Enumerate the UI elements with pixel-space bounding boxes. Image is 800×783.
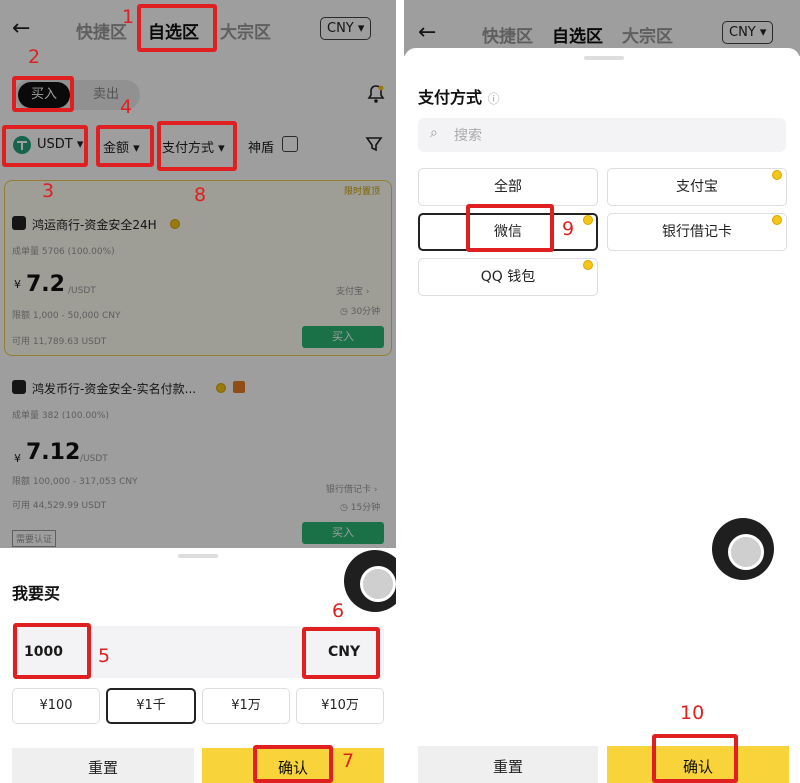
pay-method-alipay[interactable]: 支付宝 [607, 168, 787, 206]
amount-input[interactable]: 1000 [24, 644, 63, 660]
quick-amount-10k[interactable]: ¥1万 [202, 688, 290, 724]
pay-method-qq-wallet[interactable]: QQ 钱包 [418, 258, 598, 296]
info-icon: ⓘ [487, 92, 500, 106]
pay-method-bank-card[interactable]: 银行借记卡 [607, 213, 787, 251]
coin-icon [583, 215, 593, 225]
left-screen: ← 快捷区 自选区 大宗区 CNY ▾ 买入 卖出 USDT ▾ 金额 ▾ 支付… [0, 0, 396, 783]
coin-icon [772, 215, 782, 225]
coin-icon [583, 260, 593, 270]
search-placeholder: 搜索 [454, 128, 482, 144]
right-screen: ← 快捷区 自选区 大宗区 CNY ▾ 支付方式 ⓘ ⌕ 搜索 全部 支付宝 微… [404, 0, 800, 783]
sheet-title: 支付方式 ⓘ [418, 88, 500, 107]
buy-sheet: 我要买 1000 CNY ¥100 ¥1千 ¥1万 ¥10万 重置 确认 [0, 548, 396, 783]
currency-selector[interactable]: CNY [328, 644, 360, 660]
reset-button[interactable]: 重置 [418, 746, 598, 783]
sheet-title: 我要买 [12, 584, 61, 603]
quick-amount-100[interactable]: ¥100 [12, 688, 100, 724]
annotation-label-10: 10 [680, 702, 705, 724]
dim-overlay [0, 0, 396, 548]
screen-divider [396, 0, 404, 783]
annotation-label-9: 9 [562, 218, 575, 240]
coin-icon [772, 170, 782, 180]
floating-assistant-icon[interactable] [712, 518, 774, 580]
annotation-label-7: 7 [342, 750, 355, 772]
annotation-label-1: 1 [122, 6, 135, 28]
pay-method-all[interactable]: 全部 [418, 168, 598, 206]
annotation-label-3: 3 [42, 180, 55, 202]
annotation-label-4: 4 [120, 96, 133, 118]
annotation-label-2: 2 [28, 46, 41, 68]
payment-sheet: 支付方式 ⓘ ⌕ 搜索 全部 支付宝 微信 银行借记卡 QQ 钱包 重置 确认 [404, 48, 800, 783]
search-icon: ⌕ [430, 125, 438, 141]
annotation-label-6: 6 [332, 600, 345, 622]
annotation-label-8: 8 [194, 184, 207, 206]
sheet-handle[interactable] [584, 56, 624, 60]
quick-amount-1k[interactable]: ¥1千 [106, 688, 196, 724]
confirm-button[interactable]: 确认 [202, 748, 384, 783]
reset-button[interactable]: 重置 [12, 748, 194, 783]
confirm-button[interactable]: 确认 [607, 746, 789, 783]
quick-amount-100k[interactable]: ¥10万 [296, 688, 384, 724]
annotation-label-5: 5 [98, 645, 111, 667]
search-box[interactable]: ⌕ 搜索 [418, 118, 786, 152]
sheet-handle[interactable] [178, 554, 218, 558]
